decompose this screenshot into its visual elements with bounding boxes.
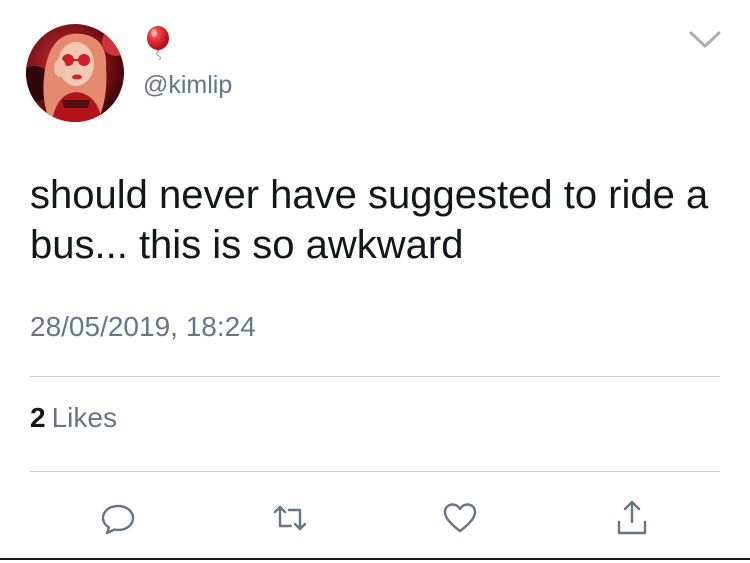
- divider: [30, 376, 720, 377]
- likes-label: Likes: [51, 402, 117, 433]
- share-icon[interactable]: [612, 498, 652, 538]
- profile-photo: [26, 24, 124, 122]
- avatar[interactable]: [26, 24, 124, 122]
- tweet-timestamp: 28/05/2019, 18:24: [30, 311, 256, 342]
- divider: [30, 471, 720, 472]
- reply-icon[interactable]: [98, 498, 138, 538]
- display-name[interactable]: [144, 26, 174, 60]
- like-icon[interactable]: [440, 498, 480, 538]
- likes-count-link[interactable]: 2 Likes: [30, 401, 117, 435]
- tweet-text: should never have suggested to ride a bu…: [30, 173, 709, 267]
- user-handle[interactable]: @kimlip: [143, 70, 232, 100]
- bottom-border: [0, 558, 750, 560]
- red-balloon-emoji-icon: [147, 26, 169, 60]
- retweet-icon[interactable]: [270, 498, 310, 538]
- chevron-down-icon[interactable]: [687, 26, 723, 52]
- likes-count: 2: [30, 402, 46, 433]
